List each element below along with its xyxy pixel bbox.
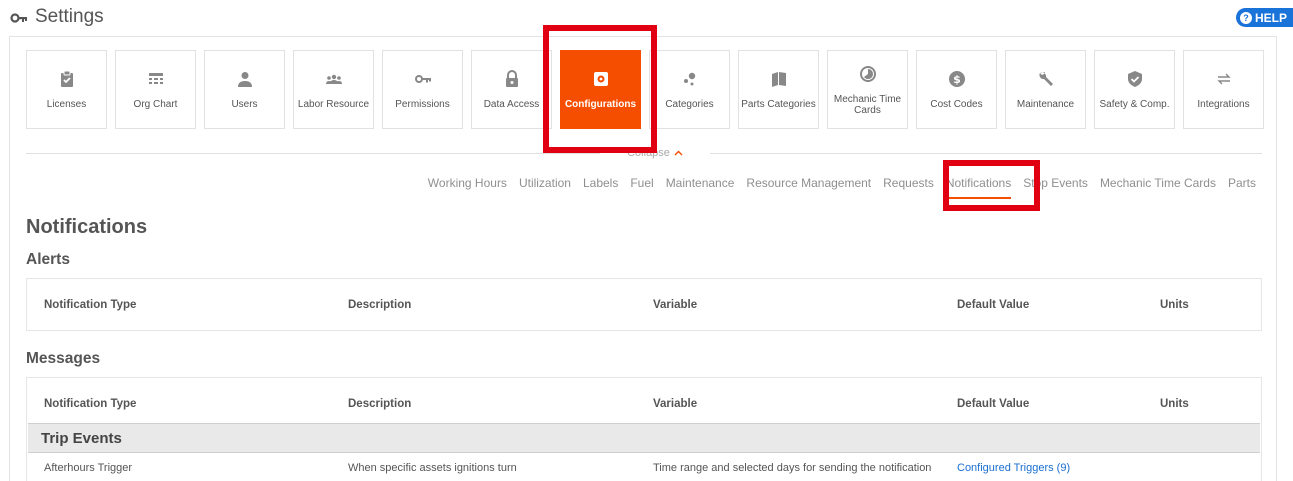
- column-header[interactable]: Description: [348, 398, 411, 410]
- org-chart-icon: [148, 73, 163, 84]
- tile-label: Mechanic Time Cards: [833, 94, 902, 116]
- tile-labor-resource[interactable]: Labor Resource: [293, 50, 374, 129]
- tile-permissions[interactable]: Permissions: [382, 50, 463, 129]
- column-header[interactable]: Units: [1160, 299, 1189, 311]
- column-header[interactable]: Notification Type: [44, 398, 136, 410]
- variable-cell: Time range and selected days for sending…: [653, 462, 932, 474]
- clock-icon: [859, 66, 876, 82]
- tile-safety-comp[interactable]: Safety & Comp.: [1094, 50, 1175, 129]
- highlight-configurations: [543, 25, 657, 153]
- group-label: Trip Events: [41, 430, 122, 447]
- column-header[interactable]: Units: [1160, 398, 1189, 410]
- tile-label: Labor Resource: [297, 99, 370, 110]
- tile-maintenance[interactable]: Maintenance: [1005, 50, 1086, 129]
- notification-type-cell: Afterhours Trigger: [44, 462, 133, 474]
- dots-icon: [683, 72, 695, 86]
- subnav-maintenance[interactable]: Maintenance: [666, 176, 735, 190]
- tile-label: Data Access: [483, 99, 540, 110]
- configured-triggers-link[interactable]: Configured Triggers (9): [957, 462, 1070, 474]
- tile-parts-categories[interactable]: Parts Categories: [738, 50, 819, 129]
- alerts-heading: Alerts: [26, 251, 70, 268]
- panel-border: [1276, 36, 1277, 481]
- tile-categories[interactable]: Categories: [649, 50, 730, 129]
- alerts-table: Notification Type Description Variable D…: [26, 278, 1262, 331]
- column-header[interactable]: Default Value: [957, 299, 1029, 311]
- tile-label: Integrations: [1197, 99, 1250, 110]
- tile-org-chart[interactable]: Org Chart: [115, 50, 196, 129]
- clipboard-check-icon: [60, 70, 73, 87]
- arrows-icon: [1216, 73, 1231, 85]
- question-icon: ?: [1239, 11, 1252, 24]
- tile-label: Parts Categories: [741, 99, 816, 110]
- messages-heading: Messages: [26, 350, 101, 367]
- lock-icon: [505, 70, 518, 87]
- table-header: Notification Type Description Variable D…: [27, 279, 1261, 331]
- column-header[interactable]: Variable: [653, 299, 697, 311]
- book-icon: [771, 72, 786, 87]
- table-row: Afterhours Trigger When specific assets …: [27, 453, 1261, 481]
- tile-label: Org Chart: [133, 99, 178, 110]
- tile-cost-codes[interactable]: $ Cost Codes: [916, 50, 997, 129]
- tile-mechanic-time-cards[interactable]: Mechanic Time Cards: [827, 50, 908, 129]
- tile-label: Permissions: [395, 99, 450, 110]
- subnav-working-hours[interactable]: Working Hours: [428, 176, 507, 190]
- chevron-up-icon: [674, 150, 683, 156]
- svg-text:$: $: [953, 73, 961, 86]
- tile-label: Cost Codes: [930, 99, 983, 110]
- people-icon: [325, 74, 342, 84]
- tile-label: Safety & Comp.: [1099, 99, 1170, 110]
- page-header-title: Settings: [35, 6, 104, 27]
- key-icon: [10, 13, 27, 23]
- tile-integrations[interactable]: Integrations: [1183, 50, 1264, 129]
- group-row-trip-events: Trip Events: [28, 423, 1260, 453]
- configuration-subnav: Working Hours Utilization Labels Fuel Ma…: [428, 176, 1256, 199]
- tile-licenses[interactable]: Licenses: [26, 50, 107, 129]
- help-label: HELP: [1254, 10, 1287, 25]
- messages-table: Notification Type Description Variable D…: [26, 377, 1262, 481]
- column-header[interactable]: Variable: [653, 398, 697, 410]
- column-header[interactable]: Description: [348, 299, 411, 311]
- tile-label: Users: [231, 99, 258, 110]
- tile-users[interactable]: Users: [204, 50, 285, 129]
- tile-data-access[interactable]: Data Access: [471, 50, 552, 129]
- column-header[interactable]: Notification Type: [44, 299, 136, 311]
- subnav-mechanic-time-cards[interactable]: Mechanic Time Cards: [1100, 176, 1216, 190]
- subnav-resource-management[interactable]: Resource Management: [746, 176, 871, 190]
- subnav-utilization[interactable]: Utilization: [519, 176, 571, 190]
- tile-label: Maintenance: [1016, 99, 1075, 110]
- user-icon: [237, 72, 252, 87]
- highlight-notifications: [943, 160, 1040, 211]
- shield-check-icon: [1127, 71, 1142, 87]
- tile-label: Licenses: [46, 99, 87, 110]
- panel-border: [9, 36, 10, 481]
- column-header[interactable]: Default Value: [957, 398, 1029, 410]
- key-icon: [414, 75, 431, 83]
- wrench-icon: [1038, 72, 1053, 86]
- subnav-labels[interactable]: Labels: [583, 176, 618, 190]
- help-button[interactable]: ? HELP: [1235, 8, 1293, 27]
- subnav-requests[interactable]: Requests: [883, 176, 934, 190]
- description-cell: When specific assets ignitions turn: [348, 462, 517, 474]
- tile-label: Categories: [665, 99, 714, 110]
- subnav-parts[interactable]: Parts: [1228, 176, 1256, 190]
- subnav-fuel[interactable]: Fuel: [630, 176, 653, 190]
- page-title: Notifications: [26, 216, 148, 238]
- dollar-icon: $: [948, 71, 965, 87]
